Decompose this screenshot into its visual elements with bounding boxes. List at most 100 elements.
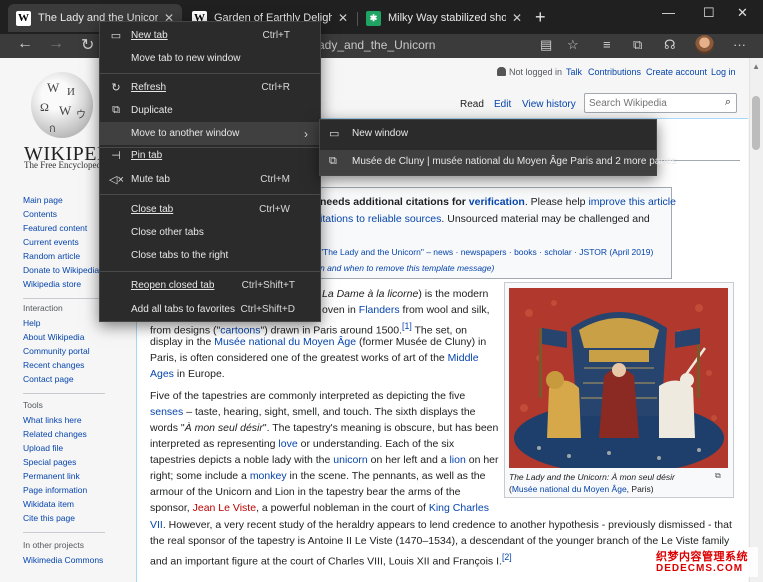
menu-pin-tab[interactable]: ⊣ Pin tab bbox=[100, 144, 320, 167]
close-tab-icon[interactable]: ✕ bbox=[512, 11, 522, 25]
improve-article-link[interactable]: improve this article bbox=[588, 196, 676, 208]
wikipedia-favicon-icon: W bbox=[16, 10, 31, 26]
find-sources-links[interactable]: "The Lady and the Unicorn" – news · news… bbox=[320, 247, 653, 257]
search-input[interactable] bbox=[585, 94, 715, 112]
senses-link[interactable]: senses bbox=[150, 406, 183, 418]
personal-tools: Contributions bbox=[588, 67, 641, 77]
chevron-right-icon: › bbox=[304, 126, 308, 141]
close-tab-icon[interactable]: ✕ bbox=[338, 11, 348, 25]
login-link[interactable]: Log in bbox=[711, 67, 736, 77]
maximize-button[interactable]: ☐ bbox=[703, 5, 715, 21]
sidebar-link[interactable]: Special pages bbox=[23, 455, 87, 469]
caption-museum-link[interactable]: Musée national du Moyen Âge bbox=[512, 484, 627, 494]
citation-link[interactable]: [1] bbox=[402, 321, 412, 331]
menu-refresh[interactable]: ↻ Refresh Ctrl+R bbox=[100, 76, 320, 99]
sidebar-link[interactable]: Wikipedia store bbox=[23, 277, 99, 291]
sidebar-link[interactable]: Help bbox=[23, 316, 90, 330]
submenu-existing-window[interactable]: ⧉ Musée de Cluny | musée national du Moy… bbox=[320, 150, 676, 175]
duplicate-icon: ⧉ bbox=[112, 104, 120, 116]
flanders-link[interactable]: Flanders bbox=[359, 304, 400, 316]
sidebar-link[interactable]: Wikidata item bbox=[23, 497, 87, 511]
back-icon[interactable]: ← bbox=[17, 35, 33, 53]
king-charles-link[interactable]: VII bbox=[150, 519, 163, 531]
sidebar-link[interactable]: Current events bbox=[23, 235, 99, 249]
create-account-link[interactable]: Create account bbox=[646, 67, 707, 77]
king-charles-link[interactable]: King Charles bbox=[429, 502, 489, 514]
para-line: sponsor, Jean Le Viste, a powerful noble… bbox=[150, 500, 500, 516]
reader-mode-icon[interactable]: ▤ bbox=[540, 37, 552, 53]
citation-link[interactable]: [2] bbox=[502, 552, 512, 562]
menu-close-tab[interactable]: Close tab Ctrl+W bbox=[100, 198, 320, 221]
french-title: La Dame à la licorne bbox=[322, 288, 419, 300]
text: sponsor, bbox=[150, 502, 193, 514]
wikipedia-globe-logo[interactable]: W И Ω W ウ ก bbox=[31, 72, 93, 138]
forward-icon[interactable]: → bbox=[48, 35, 64, 53]
middle-ages-link[interactable]: Ages bbox=[150, 368, 174, 380]
contributions-link[interactable]: Contributions bbox=[588, 67, 641, 77]
sidebar-link[interactable]: Contact page bbox=[23, 372, 90, 386]
talk-link[interactable]: Talk bbox=[566, 67, 582, 77]
template-message-link[interactable]: n and when to remove this template messa… bbox=[320, 263, 494, 273]
minimize-button[interactable]: — bbox=[662, 5, 675, 20]
sidebar-link[interactable]: Upload file bbox=[23, 441, 87, 455]
menu-reopen-closed-tab[interactable]: Reopen closed tab Ctrl+Shift+T bbox=[100, 274, 320, 297]
sidebar-link[interactable]: Page information bbox=[23, 483, 87, 497]
tab-title: Milky Way stabilized shows the E bbox=[388, 12, 506, 24]
tab-milky-way[interactable]: ✱ Milky Way stabilized shows the E ✕ bbox=[358, 4, 530, 32]
tab-view-history[interactable]: View history bbox=[522, 99, 576, 110]
tab-read[interactable]: Read bbox=[460, 99, 484, 110]
scrollbar-thumb[interactable] bbox=[752, 96, 760, 150]
submenu-label: Musée de Cluny | musée national du Moyen… bbox=[352, 156, 677, 167]
sidebar-link[interactable]: Donate to Wikipedia bbox=[23, 263, 99, 277]
sidebar-link[interactable]: Random article bbox=[23, 249, 99, 263]
menu-duplicate[interactable]: ⧉ Duplicate bbox=[100, 99, 320, 122]
middle-ages-link[interactable]: Middle bbox=[448, 352, 479, 364]
menu-mute-tab[interactable]: ◁× Mute tab Ctrl+M bbox=[100, 168, 320, 191]
new-tab-button[interactable]: + bbox=[535, 8, 546, 26]
reliable-sources-link[interactable]: itations to reliable sources bbox=[320, 213, 441, 225]
lion-link[interactable]: lion bbox=[449, 454, 465, 466]
favorite-star-icon[interactable]: ☆ bbox=[567, 37, 579, 53]
unicorn-link[interactable]: unicorn bbox=[333, 454, 367, 466]
sidebar-link[interactable]: About Wikipedia bbox=[23, 330, 90, 344]
menu-add-all-favorites[interactable]: Add all tabs to favorites Ctrl+Shift+D bbox=[100, 298, 320, 321]
feedback-icon[interactable]: ☊ bbox=[664, 37, 676, 53]
sidebar-link[interactable]: Permanent link bbox=[23, 469, 87, 483]
enlarge-icon[interactable]: ⧉ bbox=[715, 471, 721, 481]
submenu-new-window[interactable]: ▭ New window bbox=[320, 122, 656, 147]
sidebar-link[interactable]: Main page bbox=[23, 193, 99, 207]
scroll-up-icon[interactable]: ▲ bbox=[752, 62, 760, 71]
search-icon[interactable]: ⌕ bbox=[725, 96, 731, 109]
love-link[interactable]: love bbox=[278, 438, 297, 450]
close-window-button[interactable]: ✕ bbox=[737, 5, 748, 21]
more-menu-icon[interactable]: ··· bbox=[733, 37, 746, 52]
sidebar-link[interactable]: Cite this page bbox=[23, 511, 87, 525]
menu-new-tab[interactable]: ▭ New tab Ctrl+T bbox=[100, 24, 320, 47]
sidebar-link[interactable]: What links here bbox=[23, 413, 87, 427]
menu-close-tabs-right[interactable]: Close tabs to the right bbox=[100, 244, 320, 267]
sidebar-link[interactable]: Related changes bbox=[23, 427, 87, 441]
tab-edit[interactable]: Edit bbox=[494, 99, 511, 110]
sidebar-other-projects: In other projects Wikimedia Commons bbox=[23, 537, 103, 567]
menu-close-other-tabs[interactable]: Close other tabs bbox=[100, 221, 320, 244]
tapestry-image[interactable] bbox=[509, 288, 728, 468]
sidebar-link[interactable]: Recent changes bbox=[23, 358, 90, 372]
musee-link[interactable]: Musée national du Moyen Âge bbox=[214, 336, 356, 348]
sidebar-link[interactable]: Community portal bbox=[23, 344, 90, 358]
url-field[interactable]: ady_and_the_Unicorn bbox=[318, 38, 435, 52]
sidebar-link[interactable]: Wikimedia Commons bbox=[23, 553, 103, 567]
verification-link[interactable]: verification bbox=[469, 196, 525, 208]
menu-move-another-window[interactable]: Move to another window › bbox=[100, 122, 320, 145]
jean-le-viste-link[interactable]: Jean Le Viste bbox=[193, 502, 256, 514]
sidebar-link[interactable]: Contents bbox=[23, 207, 99, 221]
collections-icon[interactable]: ⧉ bbox=[633, 37, 642, 53]
menu-separator bbox=[100, 271, 320, 272]
personal-tools: Talk bbox=[566, 67, 582, 77]
favorites-list-icon[interactable]: ≡ bbox=[603, 37, 611, 52]
sidebar-link[interactable]: Featured content bbox=[23, 221, 99, 235]
monkey-link[interactable]: monkey bbox=[250, 470, 287, 482]
profile-avatar[interactable] bbox=[695, 35, 714, 54]
menu-move-tab-new-window[interactable]: Move tab to new window bbox=[100, 47, 320, 70]
refresh-icon[interactable]: ↻ bbox=[81, 35, 94, 55]
caption-title: The Lady and the Unicorn bbox=[509, 472, 607, 482]
